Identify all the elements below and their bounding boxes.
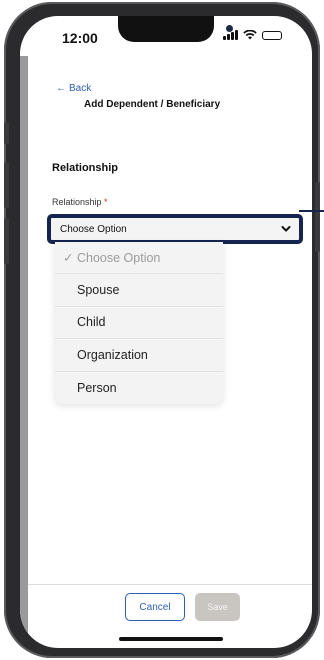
notch <box>118 16 233 42</box>
dropdown-option-spouse[interactable]: Spouse <box>55 274 223 307</box>
wifi-icon <box>243 30 257 40</box>
highlight-callout-line <box>299 210 324 212</box>
signal-icon <box>223 30 238 40</box>
volume-down-button <box>4 218 9 264</box>
page-title: Add Dependent / Beneficiary <box>84 99 221 110</box>
chevron-down-icon <box>281 226 291 232</box>
left-rail <box>20 56 28 648</box>
phone-screen: 12:00 ← Back Add Dependent / Beneficiary… <box>20 16 312 648</box>
section-title: Relationship <box>52 162 119 174</box>
battery-icon <box>262 30 282 40</box>
dropdown-option-choose[interactable]: ✓ Choose Option <box>55 242 223 275</box>
dropdown-option-organization[interactable]: Organization <box>55 339 223 372</box>
back-label: Back <box>69 83 92 94</box>
option-label: Choose Option <box>77 250 161 265</box>
footer-divider <box>28 584 312 585</box>
relationship-select-value: Choose Option <box>60 223 127 235</box>
checkmark-icon: ✓ <box>63 251 74 266</box>
home-indicator <box>119 637 223 641</box>
cancel-button[interactable]: Cancel <box>125 593 185 621</box>
relationship-label-text: Relationship <box>52 197 102 207</box>
mute-switch <box>4 122 9 144</box>
back-link[interactable]: ← Back <box>56 83 91 94</box>
status-time: 12:00 <box>62 30 98 46</box>
status-icons <box>223 30 282 40</box>
volume-up-button <box>4 162 9 208</box>
dropdown-option-person[interactable]: Person <box>55 372 223 404</box>
arrow-left-icon: ← <box>56 83 66 94</box>
dropdown-option-child[interactable]: Child <box>55 307 223 340</box>
save-button[interactable]: Save <box>195 593 240 621</box>
power-button <box>315 182 320 252</box>
relationship-label: Relationship * <box>52 197 108 207</box>
required-marker: * <box>104 197 108 207</box>
relationship-select[interactable]: Choose Option <box>47 214 303 244</box>
phone-frame: 12:00 ← Back Add Dependent / Beneficiary… <box>4 2 320 658</box>
relationship-dropdown-menu: ✓ Choose Option Spouse Child Organizatio… <box>55 242 223 404</box>
